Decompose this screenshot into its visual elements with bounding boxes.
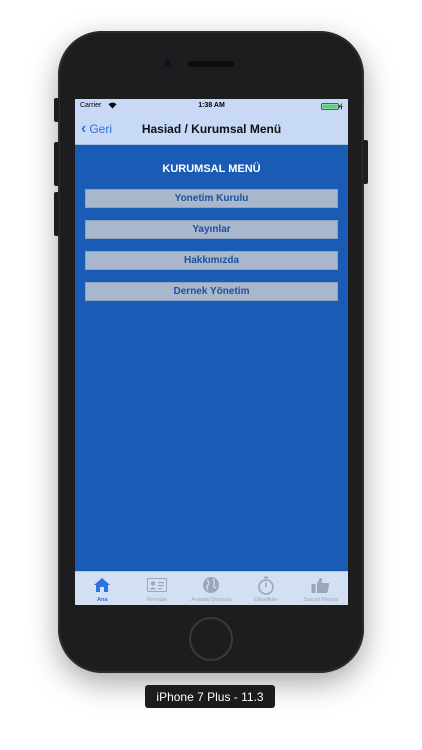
tab-label: Ana bbox=[97, 597, 108, 603]
tab-etkinlikler[interactable]: Etkinlikler bbox=[239, 572, 294, 605]
main-content: KURUMSAL MENÜ Yonetim Kurulu Yayınlar Ha… bbox=[75, 145, 348, 571]
battery-icon bbox=[321, 103, 343, 110]
thumbs-up-icon bbox=[311, 575, 331, 595]
power-button bbox=[363, 140, 368, 184]
menu-button-hakkimizda[interactable]: Hakkımızda bbox=[85, 251, 338, 270]
volume-down-button bbox=[54, 192, 59, 236]
menu-button-dernek-yonetim[interactable]: Dernek Yönetim bbox=[85, 282, 338, 301]
app-screen: Carrier 1:38 AM ‹ Geri Hasiad / Kurumsal… bbox=[75, 99, 348, 605]
tab-label: Avantaj Dünyası bbox=[191, 597, 232, 603]
tab-label: Firmalar bbox=[146, 597, 168, 603]
tab-label: Sosyal Medya bbox=[303, 597, 339, 603]
stopwatch-icon bbox=[256, 575, 276, 595]
home-button[interactable] bbox=[189, 617, 233, 661]
earpiece-speaker bbox=[188, 61, 234, 67]
tab-ana[interactable]: Ana bbox=[75, 572, 130, 605]
globe-icon bbox=[201, 575, 221, 595]
home-icon bbox=[92, 575, 112, 595]
navigation-bar: ‹ Geri Hasiad / Kurumsal Menü bbox=[75, 114, 348, 145]
id-card-icon bbox=[146, 575, 167, 595]
tab-firmalar[interactable]: Firmalar bbox=[130, 572, 185, 605]
tab-avantaj-dunyasi[interactable]: Avantaj Dünyası bbox=[184, 572, 239, 605]
section-title: KURUMSAL MENÜ bbox=[162, 163, 261, 175]
device-label: iPhone 7 Plus - 11.3 bbox=[145, 685, 275, 708]
status-bar: Carrier 1:38 AM bbox=[75, 99, 348, 114]
tab-sosyal-medya[interactable]: Sosyal Medya bbox=[293, 572, 348, 605]
menu-button-yayinlar[interactable]: Yayınlar bbox=[85, 220, 338, 239]
volume-up-button bbox=[54, 142, 59, 186]
status-time: 1:38 AM bbox=[198, 102, 225, 109]
mute-switch bbox=[54, 98, 59, 122]
page-title: Hasiad / Kurumsal Menü bbox=[141, 122, 282, 136]
tab-label: Etkinlikler bbox=[254, 597, 279, 603]
front-camera bbox=[163, 59, 172, 68]
tab-bar: Ana Firmalar Avantaj Dünyası Etkinlikler… bbox=[75, 571, 348, 605]
menu-button-yonetim-kurulu[interactable]: Yonetim Kurulu bbox=[85, 189, 338, 208]
